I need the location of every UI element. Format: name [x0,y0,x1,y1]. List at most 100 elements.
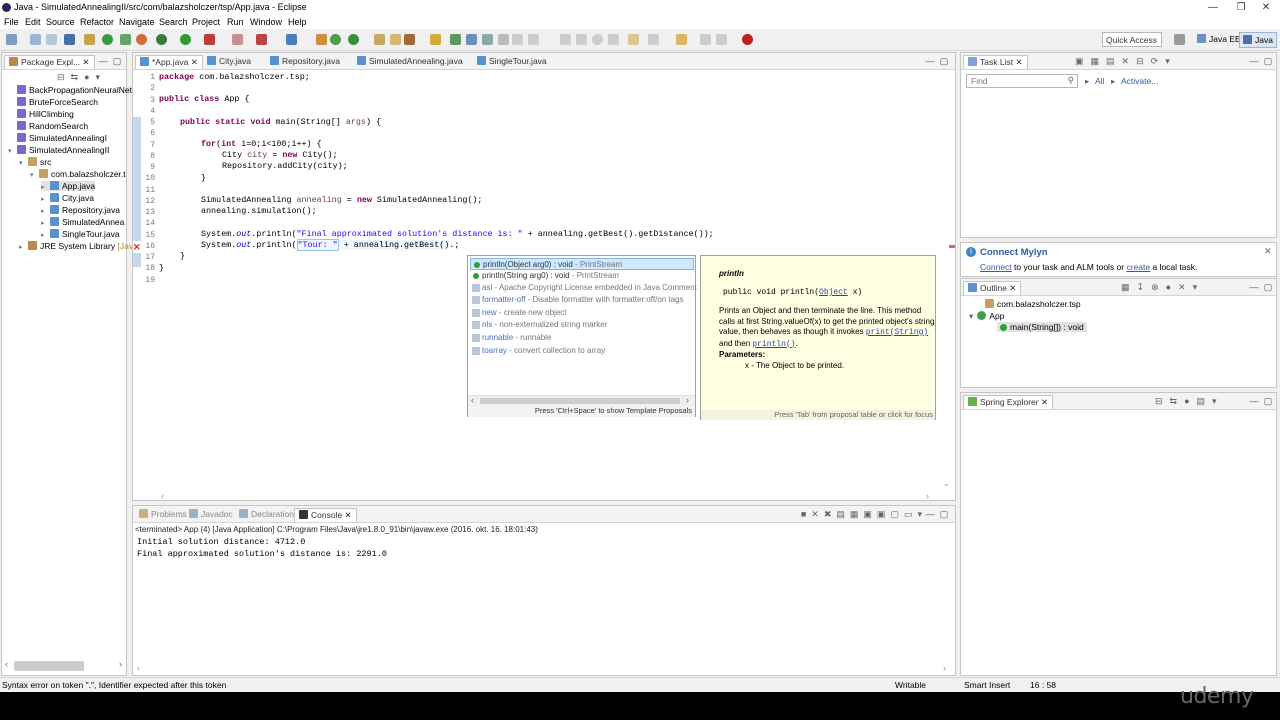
println-link[interactable]: println() [752,340,795,349]
skip-icon[interactable] [120,34,131,45]
open-folder-icon[interactable] [430,34,441,45]
minimize-icon[interactable]: — [925,56,935,66]
scroll-right-icon[interactable]: › [926,491,929,501]
scroll-down-icon[interactable]: ⌄ [943,479,950,488]
menu-navigate[interactable]: Navigate [119,17,155,27]
new-package-icon[interactable] [316,34,327,45]
tree-toggle-icon[interactable]: ▸ [41,207,50,215]
pin-icon[interactable] [450,34,461,45]
open-perspective-icon[interactable] [1174,34,1185,45]
display-console-icon[interactable]: ▭ [904,509,918,519]
scroll-right-icon[interactable]: › [119,659,122,669]
toggle-icon[interactable] [84,34,95,45]
next-annotation-icon[interactable] [512,34,523,45]
proposal-formatter-off[interactable]: formatter-off - Disable formatter with f… [470,294,694,306]
new-class-icon[interactable] [330,34,341,45]
step-icon[interactable] [560,34,571,45]
scroll-left-icon[interactable]: ‹ [137,663,140,673]
proposal-runnable[interactable]: runnable - runnable [470,332,694,344]
proposal-asl[interactable]: asl - Apache Copyright License embedded … [470,282,697,294]
show-stdout-icon[interactable]: ▣ [863,509,877,519]
horizontal-scrollbar[interactable] [14,661,84,671]
focus-icon[interactable]: ● [1184,396,1196,406]
tab-city-java[interactable]: City.java [203,55,255,69]
package-tree-item[interactable]: BackPropagationNeuralNet [8,85,132,95]
maximize-icon[interactable]: ▢ [1263,396,1273,406]
open-type-icon[interactable] [374,34,385,45]
all-link[interactable]: All [1095,76,1104,86]
proposal-println-string[interactable]: println(String arg0) : void - PrintStrea… [470,270,694,282]
close-tab-icon[interactable]: ✕ [191,57,198,67]
menu-help[interactable]: Help [288,17,307,27]
tab-outline[interactable]: Outline ✕ [963,281,1022,295]
terminate-icon[interactable]: ■ [801,509,811,519]
minimize-icon[interactable]: — [1249,282,1259,292]
package-tree-item[interactable]: HillClimbing [8,109,74,119]
scroll-right-icon[interactable]: › [943,663,946,673]
sort-icon[interactable]: ↧ [1137,282,1152,292]
filter-icon[interactable]: ▤ [1197,396,1213,406]
hide-icon[interactable]: ✕ [1122,56,1137,66]
package-tree-item[interactable]: ▸ SimulatedAnnea [41,217,124,227]
tab-problems[interactable]: Problems [135,508,191,522]
last-edit-icon[interactable] [716,34,727,45]
tree-toggle-icon[interactable]: ▸ [41,219,50,227]
package-tree-item[interactable]: ▸ JRE System Library [Java [19,241,138,251]
create-link[interactable]: create [1126,262,1150,272]
task-find-input[interactable]: Find ⚲ [966,74,1078,88]
proposal-println-object[interactable]: println(Object arg0) : void - PrintStrea… [470,258,694,270]
tree-toggle-icon[interactable]: ▸ [19,243,28,251]
package-tree-item[interactable]: ▾ SimulatedAnnealingII [8,145,109,155]
menu-run[interactable]: Run [227,17,244,27]
show-whitespace-icon[interactable] [482,34,493,45]
minimize-icon[interactable]: — [98,56,108,66]
tab-singletour-java[interactable]: SingleTour.java [473,55,551,69]
error-icon[interactable]: ✕ [133,242,141,252]
menu-edit[interactable]: Edit [25,17,41,27]
package-tree-item[interactable]: RandomSearch [8,121,88,131]
package-tree-item[interactable]: ▸ SingleTour.java [41,229,120,239]
hide-local-icon[interactable]: ✕ [1178,282,1193,292]
save-icon[interactable] [30,34,41,45]
hide-nonpublic-icon[interactable]: ● [1166,282,1178,292]
view-menu-icon[interactable]: ▾ [96,72,107,82]
tree-toggle-icon[interactable]: ▾ [30,171,39,179]
maximize-icon[interactable]: ▢ [939,56,949,66]
minimize-icon[interactable]: — [1249,56,1259,66]
scroll-left-icon[interactable]: ‹ [161,491,164,501]
tree-toggle-icon[interactable]: ▸ [41,183,50,191]
link-editor-icon[interactable]: ⇆ [71,72,85,82]
coverage-icon[interactable] [256,34,267,45]
edit-icon[interactable] [628,34,639,45]
proposal-nls[interactable]: nls - non-externalized string marker [470,319,694,331]
package-tree-item[interactable]: ▸ Repository.java [41,205,120,215]
bug-icon[interactable] [156,34,167,45]
open-task-icon[interactable] [390,34,401,45]
new-java-project-icon[interactable] [286,34,297,45]
menu-file[interactable]: File [4,17,19,27]
highlight-icon[interactable] [466,34,477,45]
maximize-button[interactable]: ❐ [1227,0,1255,15]
package-tree-item[interactable]: ▸ City.java [41,193,94,203]
minimize-button[interactable]: — [1199,0,1227,15]
view-menu-icon[interactable]: ▾ [1193,282,1205,292]
collapse-all-icon[interactable]: ⊟ [57,72,71,82]
print-string-link[interactable]: print(String) [866,328,928,337]
proposal-toarray[interactable]: toarray - convert collection to array [470,345,694,357]
outline-item-method[interactable]: main(String[]) : void [997,322,1087,332]
back-icon[interactable] [676,34,687,45]
save-all-icon[interactable] [46,34,57,45]
new-icon[interactable] [6,34,17,45]
menu-search[interactable]: Search [159,17,188,27]
close-button[interactable]: ✕ [1252,0,1280,15]
drop-frame-icon[interactable] [608,34,619,45]
collapse-icon[interactable]: ⊟ [1136,56,1151,66]
overview-error-marker[interactable] [949,245,955,248]
maximize-icon[interactable]: ▢ [1263,282,1273,292]
scroll-thumb[interactable] [480,398,680,404]
view-menu-icon[interactable]: ▾ [1165,56,1177,66]
collapse-icon[interactable]: ⊟ [1155,396,1170,406]
scroll-left-icon[interactable]: ‹ [471,395,474,405]
close-icon[interactable]: ✕ [1264,246,1272,257]
menu-refactor[interactable]: Refactor [80,17,114,27]
